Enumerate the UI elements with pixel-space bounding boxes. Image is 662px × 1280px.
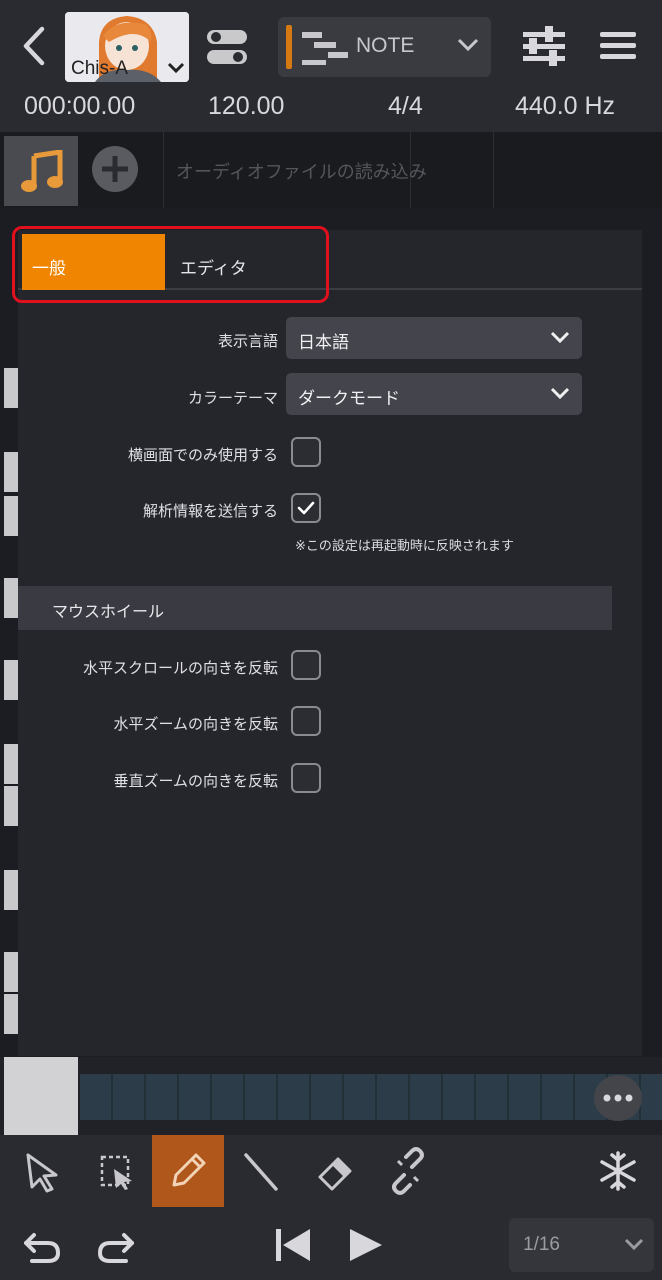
transport-info-bar: 000:00.00 120.00 4/4 440.0 Hz bbox=[0, 84, 662, 132]
invert-horizontal-zoom-label: 水平ズームの向きを反転 bbox=[113, 715, 278, 733]
hamburger-menu-icon[interactable] bbox=[598, 30, 638, 62]
invert-horizontal-zoom-checkbox[interactable] bbox=[291, 706, 321, 736]
chevron-down-icon bbox=[550, 329, 570, 349]
settings-dialog: 一般 エディタ 表示言語 日本語 カラーテーマ ダークモード 横画面でのみ使用す… bbox=[18, 230, 642, 1056]
singer-name: Chis-A bbox=[71, 58, 129, 79]
mouse-wheel-section-header: マウスホイール bbox=[18, 586, 612, 630]
landscape-only-checkbox[interactable] bbox=[291, 437, 321, 467]
theme-select[interactable]: ダークモード bbox=[286, 373, 582, 415]
undo-icon[interactable] bbox=[14, 1217, 70, 1273]
grid-line bbox=[493, 132, 494, 208]
mouse-wheel-section-title: マウスホイール bbox=[52, 602, 165, 621]
chevron-down-icon bbox=[167, 59, 185, 78]
chevron-down-icon bbox=[550, 385, 570, 405]
time-display[interactable]: 000:00.00 bbox=[24, 92, 135, 121]
line-icon[interactable] bbox=[234, 1143, 290, 1199]
theme-label: カラーテーマ bbox=[187, 389, 278, 407]
piano-key bbox=[4, 1057, 78, 1135]
singer-selector[interactable]: Chis-A bbox=[65, 12, 189, 82]
restart-note: ※この設定は再起動時に反映されます bbox=[295, 539, 514, 554]
range-select-icon[interactable] bbox=[88, 1143, 144, 1199]
arrow-pointer-icon[interactable] bbox=[14, 1143, 70, 1199]
music-note-icon bbox=[21, 150, 63, 192]
checkmark-icon bbox=[297, 501, 315, 515]
mode-select-value: NOTE bbox=[356, 34, 415, 57]
tempo-display[interactable]: 120.00 bbox=[208, 92, 284, 121]
quantize-value: 1/16 bbox=[523, 1234, 560, 1255]
note-mode-icon bbox=[302, 32, 348, 65]
velocity-cells bbox=[80, 1074, 662, 1120]
send-analytics-checkbox[interactable] bbox=[291, 493, 321, 523]
pitch-reference-display[interactable]: 440.0 Hz bbox=[515, 92, 615, 121]
pencil-icon[interactable] bbox=[152, 1135, 224, 1207]
language-label: 表示言語 bbox=[217, 332, 278, 350]
theme-select-value: ダークモード bbox=[298, 389, 400, 409]
back-chevron-icon[interactable] bbox=[16, 26, 52, 66]
plus-circle-icon[interactable] bbox=[92, 146, 138, 192]
redo-icon[interactable] bbox=[88, 1217, 144, 1273]
invert-horizontal-scroll-label: 水平スクロールの向きを反転 bbox=[82, 659, 278, 677]
play-icon[interactable] bbox=[338, 1217, 394, 1273]
mode-select[interactable]: NOTE bbox=[278, 17, 491, 77]
top-bar: Chis-A NOTE bbox=[0, 0, 662, 90]
invert-vertical-zoom-label: 垂直ズームの向きを反転 bbox=[113, 772, 278, 790]
invert-vertical-zoom-checkbox[interactable] bbox=[291, 763, 321, 793]
link-icon[interactable] bbox=[380, 1143, 436, 1199]
send-analytics-label: 解析情報を送信する bbox=[142, 502, 278, 520]
mode-accent-bar bbox=[286, 25, 292, 69]
quantize-select[interactable]: 1/16 bbox=[509, 1218, 654, 1272]
invert-horizontal-scroll-checkbox[interactable] bbox=[291, 650, 321, 680]
language-select-value: 日本語 bbox=[298, 333, 349, 353]
more-dots-icon[interactable] bbox=[594, 1075, 642, 1121]
import-audio-label[interactable]: オーディオファイルの読み込み bbox=[176, 158, 427, 184]
eraser-icon[interactable] bbox=[306, 1143, 362, 1199]
track-audio-button[interactable] bbox=[4, 136, 78, 206]
snowflake-icon[interactable] bbox=[590, 1143, 646, 1199]
language-select[interactable]: 日本語 bbox=[286, 317, 582, 359]
skip-to-start-icon[interactable] bbox=[266, 1217, 322, 1273]
landscape-only-label: 横画面でのみ使用する bbox=[127, 446, 278, 464]
grid-line bbox=[163, 132, 164, 208]
time-signature-display[interactable]: 4/4 bbox=[388, 92, 423, 121]
tab-highlight-frame bbox=[12, 226, 329, 303]
sliders-icon[interactable] bbox=[521, 26, 567, 66]
chevron-down-icon bbox=[624, 1236, 644, 1256]
toggle-switch-icon[interactable] bbox=[204, 28, 250, 66]
chevron-down-icon bbox=[457, 37, 479, 57]
